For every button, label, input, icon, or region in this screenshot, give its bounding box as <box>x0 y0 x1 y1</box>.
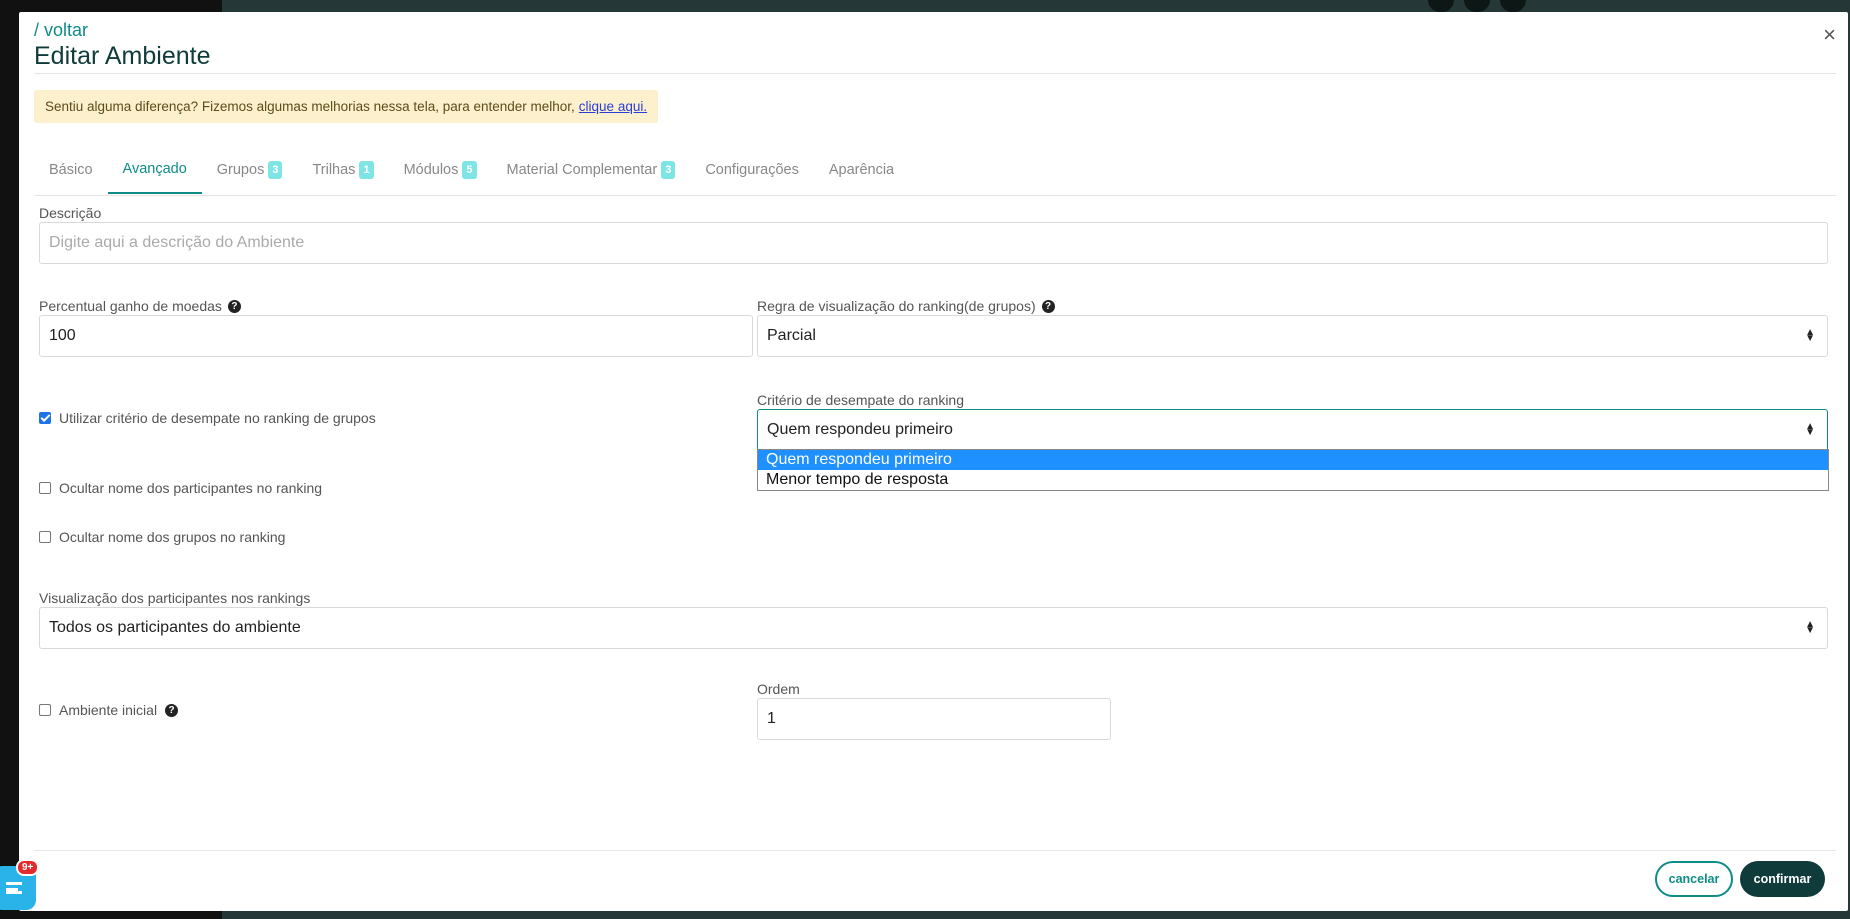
criterio-select[interactable]: Quem respondeu primeiro ▲ ▼ <box>757 409 1828 451</box>
tab-label: Avançado <box>122 160 187 177</box>
usar-desempate-checkbox[interactable] <box>39 412 51 424</box>
notice-banner: Sentiu alguma diferença? Fizemos algumas… <box>34 90 659 123</box>
ocultar-participantes-label: Ocultar nome dos participantes no rankin… <box>59 480 323 496</box>
page-title: Editar Ambiente <box>34 42 211 70</box>
notification-badge: 9+ <box>16 859 40 876</box>
tab-material-complementar[interactable]: Material Complementar 3 <box>492 145 691 194</box>
count-badge: 5 <box>462 160 477 179</box>
help-icon[interactable]: ? <box>165 703 179 717</box>
background-icons <box>1428 0 1526 12</box>
back-link[interactable]: / voltar <box>34 20 88 41</box>
dropdown-option[interactable]: Menor tempo de resposta <box>758 470 1828 490</box>
divider <box>34 850 1836 851</box>
percentual-input[interactable]: 100 <box>39 315 753 357</box>
count-badge: 3 <box>268 160 283 179</box>
regra-label: Regra de visualização do ranking(de grup… <box>757 298 1055 314</box>
edit-environment-modal: × / voltar Editar Ambiente Sentiu alguma… <box>19 12 1848 911</box>
ocultar-grupos-checkbox[interactable] <box>39 531 51 543</box>
tab-avancado[interactable]: Avançado <box>107 145 202 194</box>
tab-configuracoes[interactable]: Configurações <box>690 145 814 194</box>
tab-aparencia[interactable]: Aparência <box>814 145 909 194</box>
select-arrow-icon: ▲ ▼ <box>1805 619 1815 636</box>
tab-label: Trilhas <box>312 161 356 178</box>
usar-desempate-label: Utilizar critério de desempate no rankin… <box>59 410 376 426</box>
tab-modulos[interactable]: Módulos 5 <box>389 145 492 194</box>
select-arrow-icon: ▲ ▼ <box>1805 421 1815 438</box>
ordem-label: Ordem <box>757 681 800 697</box>
confirm-button[interactable]: confirmar <box>1740 861 1825 897</box>
criterio-dropdown-list: Quem respondeu primeiro Menor tempo de r… <box>757 449 1829 491</box>
ambiente-inicial-checkbox[interactable] <box>39 704 51 716</box>
tab-basico[interactable]: Básico <box>34 145 108 194</box>
tab-label: Grupos <box>216 161 265 178</box>
close-icon[interactable]: × <box>1823 24 1836 46</box>
ordem-input[interactable]: 1 <box>757 698 1111 740</box>
visualizacao-select-value: Todos os participantes do ambiente <box>49 619 301 636</box>
ocultar-grupos-label: Ocultar nome dos grupos no ranking <box>59 529 286 545</box>
criterio-select-value: Quem respondeu primeiro <box>767 421 953 438</box>
select-arrow-icon: ▲ ▼ <box>1805 327 1815 344</box>
regra-select[interactable]: Parcial ▲ ▼ <box>757 315 1828 357</box>
tab-label: Configurações <box>705 161 799 178</box>
count-badge: 3 <box>661 160 676 179</box>
divider <box>34 73 1836 74</box>
ocultar-participantes-checkbox[interactable] <box>39 482 51 494</box>
tabs-bar: Básico Avançado Grupos 3 Trilhas 1 Módulos… <box>34 145 1836 196</box>
dropdown-option[interactable]: Quem respondeu primeiro <box>758 450 1828 470</box>
tab-label: Material Complementar <box>506 161 658 178</box>
help-icon[interactable]: ? <box>1041 299 1055 313</box>
help-icon[interactable]: ? <box>227 299 241 313</box>
percentual-label: Percentual ganho de moedas ? <box>39 298 241 314</box>
tab-grupos[interactable]: Grupos 3 <box>202 145 298 194</box>
tab-trilhas[interactable]: Trilhas 1 <box>297 145 388 194</box>
visualizacao-select[interactable]: Todos os participantes do ambiente ▲ ▼ <box>39 607 1828 649</box>
tab-label: Módulos <box>403 161 459 178</box>
ambiente-inicial-label: Ambiente inicial <box>59 702 158 718</box>
ocultar-participantes-row: Ocultar nome dos participantes no rankin… <box>39 480 322 496</box>
descricao-input[interactable]: Digite aqui a descrição do Ambiente <box>39 222 1828 264</box>
criterio-label: Critério de desempate do ranking <box>757 392 965 408</box>
notice-text: Sentiu alguma diferença? Fizemos algumas… <box>45 99 575 114</box>
ambiente-inicial-row: Ambiente inicial ? <box>39 702 179 718</box>
count-badge: 1 <box>359 160 374 179</box>
cancel-button[interactable]: cancelar <box>1655 861 1733 897</box>
tab-label: Aparência <box>828 161 895 178</box>
notice-link[interactable]: clique aqui. <box>579 99 647 114</box>
regra-select-value: Parcial <box>767 327 816 344</box>
descricao-label: Descrição <box>39 205 102 221</box>
ocultar-grupos-row: Ocultar nome dos grupos no ranking <box>39 529 285 545</box>
tab-label: Básico <box>49 161 93 178</box>
visualizacao-label: Visualização dos participantes nos ranki… <box>39 590 311 606</box>
usar-desempate-row: Utilizar critério de desempate no rankin… <box>39 410 376 426</box>
